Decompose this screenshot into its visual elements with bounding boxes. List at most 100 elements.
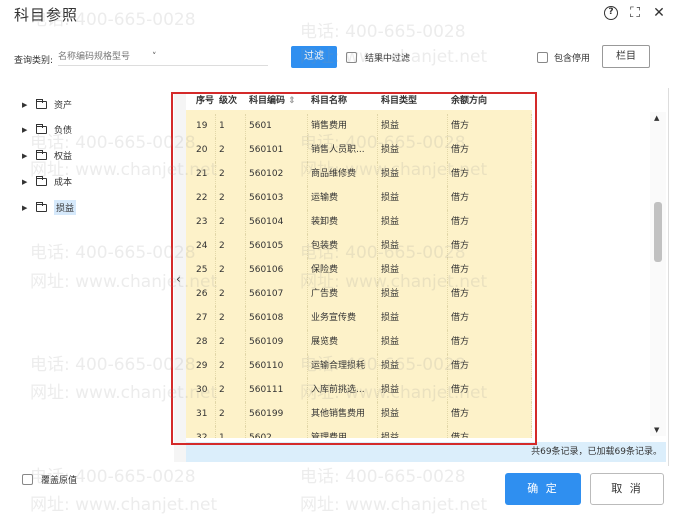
cell-index: 29	[186, 354, 216, 378]
expand-arrow-icon[interactable]: ▶	[22, 204, 30, 212]
cell-name: 其他销售费用	[308, 402, 378, 426]
cell-direction: 借方	[448, 378, 532, 402]
col-header-index[interactable]: 序号	[186, 92, 216, 110]
cell-type: 损益	[378, 354, 448, 378]
cell-name: 保险费	[308, 258, 378, 282]
cell-index: 28	[186, 330, 216, 354]
tree-item-label: 负债	[54, 126, 73, 136]
cell-index: 26	[186, 282, 216, 306]
cell-index: 30	[186, 378, 216, 402]
cell-type: 损益	[378, 234, 448, 258]
tree-item-label: 资产	[54, 101, 73, 111]
close-icon[interactable]: ✕	[652, 6, 666, 20]
col-header-direction[interactable]: 余额方向	[448, 92, 532, 110]
keep-original-checkbox[interactable]	[22, 474, 33, 485]
cell-index: 27	[186, 306, 216, 330]
table-row[interactable]: 27 2 560108 业务宣传费 损益 借方	[186, 306, 532, 330]
folder-icon	[36, 98, 47, 109]
sort-icon[interactable]: ⇕	[288, 96, 296, 106]
expand-arrow-icon[interactable]: ▶	[22, 126, 30, 134]
cell-direction: 借方	[448, 330, 532, 354]
collapse-handle[interactable]: ‹	[174, 92, 186, 462]
table-row[interactable]: 23 2 560104 装卸费 损益 借方	[186, 210, 532, 234]
cell-type: 损益	[378, 402, 448, 426]
col-header-name[interactable]: 科目名称	[308, 92, 378, 110]
tree-item-profit-loss[interactable]: ▶ 损益	[22, 200, 77, 215]
account-grid: 序号 级次 科目编码 ⇕ 科目名称 科目类型 余额方向 19 1 5601 销售费用损…	[186, 92, 532, 438]
cell-level: 2	[216, 186, 246, 210]
table-row[interactable]: 24 2 560105 包装费 损益 借方	[186, 234, 532, 258]
cancel-button[interactable]: 取 消	[590, 473, 664, 505]
cell-code: 560111	[246, 378, 308, 402]
scrollbar-thumb[interactable]	[654, 202, 662, 262]
include-disabled-checkbox[interactable]	[537, 52, 548, 63]
cell-code: 560108	[246, 306, 308, 330]
col-header-level[interactable]: 级次	[216, 92, 246, 110]
filter-in-result-checkbox[interactable]	[346, 52, 357, 63]
cell-level: 2	[216, 306, 246, 330]
cell-code: 560107	[246, 282, 308, 306]
cell-index: 23	[186, 210, 216, 234]
cell-name: 业务宣传费	[308, 306, 378, 330]
table-row[interactable]: 22 2 560103 运输费 损益 借方	[186, 186, 532, 210]
expand-arrow-icon[interactable]: ▶	[22, 101, 30, 109]
cell-direction: 借方	[448, 162, 532, 186]
cell-level: 2	[216, 402, 246, 426]
cell-name: 销售人员职...	[308, 138, 378, 162]
include-disabled-option[interactable]: 包含停用	[537, 51, 590, 64]
col-header-code[interactable]: 科目编码 ⇕	[246, 92, 308, 110]
tree-item-assets[interactable]: ▶ 资产	[22, 98, 72, 111]
table-row[interactable]: 19 1 5601 销售费用 损益 借方	[186, 114, 532, 138]
expand-arrow-icon[interactable]: ▶	[22, 178, 30, 186]
help-icon[interactable]: ?	[604, 6, 618, 20]
cell-level: 2	[216, 162, 246, 186]
filter-button[interactable]: 过滤	[291, 46, 337, 68]
cell-name: 包装费	[308, 234, 378, 258]
col-header-type[interactable]: 科目类型	[378, 92, 448, 110]
status-bar: 共69条记录，已加载69条记录。	[186, 442, 666, 462]
cell-type: 损益	[378, 210, 448, 234]
scroll-up-icon[interactable]: ▲	[654, 114, 659, 122]
cell-name: 运输合理损耗	[308, 354, 378, 378]
watermark: 电话: 400-665-0028	[300, 22, 466, 42]
table-row[interactable]: 28 2 560109 展览费 损益 借方	[186, 330, 532, 354]
table-row[interactable]: 25 2 560106 保险费 损益 借方	[186, 258, 532, 282]
cell-level: 2	[216, 210, 246, 234]
expand-arrow-icon[interactable]: ▶	[22, 152, 30, 160]
cell-name: 装卸费	[308, 210, 378, 234]
window-controls: ? ⛶ ✕	[604, 6, 666, 20]
cell-direction: 借方	[448, 402, 532, 426]
table-row[interactable]: 20 2 560101 销售人员职... 损益 借方	[186, 138, 532, 162]
folder-icon	[36, 123, 47, 134]
cell-level: 2	[216, 378, 246, 402]
cell-direction: 借方	[448, 426, 532, 438]
chevron-left-icon[interactable]: ‹	[176, 272, 181, 286]
cell-direction: 借方	[448, 282, 532, 306]
tree-item-liabilities[interactable]: ▶ 负债	[22, 123, 72, 136]
cell-name: 销售费用	[308, 114, 378, 138]
cell-name: 展览费	[308, 330, 378, 354]
maximize-icon[interactable]: ⛶	[628, 6, 642, 20]
cell-direction: 借方	[448, 186, 532, 210]
filter-in-result-option[interactable]: 结果中过滤	[346, 51, 410, 64]
keep-original-option[interactable]: 覆盖原值	[22, 473, 77, 486]
columns-button[interactable]: 栏目	[602, 45, 650, 68]
scroll-down-icon[interactable]: ▼	[654, 426, 659, 434]
table-row[interactable]: 30 2 560111 入库前挑选... 损益 借方	[186, 378, 532, 402]
table-row[interactable]: 26 2 560107 广告费 损益 借方	[186, 282, 532, 306]
watermark: 电话: 400-665-0028	[300, 467, 466, 487]
tree-item-cost[interactable]: ▶ 成本	[22, 175, 72, 188]
cell-direction: 借方	[448, 234, 532, 258]
table-row[interactable]: 29 2 560110 运输合理损耗 损益 借方	[186, 354, 532, 378]
table-row[interactable]: 32 1 5602 管理费用 损益 借方	[186, 426, 532, 438]
grid-scrollbar[interactable]: ▲ ▼	[650, 112, 666, 436]
query-category-label: 查询类别:	[14, 56, 54, 66]
tree-item-equity[interactable]: ▶ 权益	[22, 149, 72, 162]
table-row[interactable]: 31 2 560199 其他销售费用 损益 借方	[186, 402, 532, 426]
confirm-button[interactable]: 确 定	[505, 473, 581, 505]
cell-direction: 借方	[448, 138, 532, 162]
query-category-select[interactable]: 名称编码规格型号 ˅	[58, 48, 268, 66]
table-row[interactable]: 21 2 560102 商品维修费 损益 借方	[186, 162, 532, 186]
cell-code: 560102	[246, 162, 308, 186]
folder-icon	[36, 149, 47, 160]
